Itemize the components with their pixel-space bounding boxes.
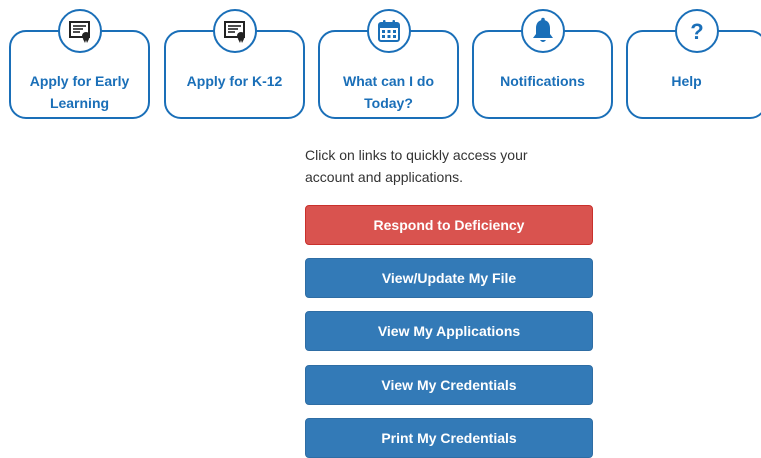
tile-label: Help	[671, 73, 702, 89]
view-my-applications-button[interactable]: View My Applications	[305, 311, 593, 351]
view-update-my-file-button[interactable]: View/Update My File	[305, 258, 593, 298]
view-my-credentials-button[interactable]: View My Credentials	[305, 365, 593, 405]
calendar-icon	[366, 9, 411, 53]
tile-label: Notifications	[500, 73, 585, 89]
respond-to-deficiency-button[interactable]: Respond to Deficiency	[305, 205, 593, 245]
svg-text:?: ?	[690, 19, 703, 44]
question-icon: ?	[674, 9, 719, 53]
certificate-icon	[212, 9, 257, 53]
help-text: Click on links to quickly access your acc…	[305, 147, 528, 185]
print-my-credentials-button[interactable]: Print My Credentials	[305, 418, 593, 458]
tile-notifications[interactable]: Notifications	[472, 9, 613, 119]
tile-apply-k12[interactable]: Apply for K-12	[164, 9, 305, 119]
tile-apply-early-learning[interactable]: Apply for Early Learning	[9, 9, 150, 119]
bell-icon	[520, 9, 565, 53]
tile-label: Apply for K-12	[186, 73, 283, 89]
tile-label: Apply for Early Learning	[29, 73, 130, 111]
certificate-icon	[57, 9, 102, 53]
tile-label: What can I do Today?	[343, 73, 434, 111]
tile-what-can-i-do-today[interactable]: What can I do Today?	[318, 9, 459, 119]
tile-help[interactable]: ? Help	[626, 9, 761, 119]
